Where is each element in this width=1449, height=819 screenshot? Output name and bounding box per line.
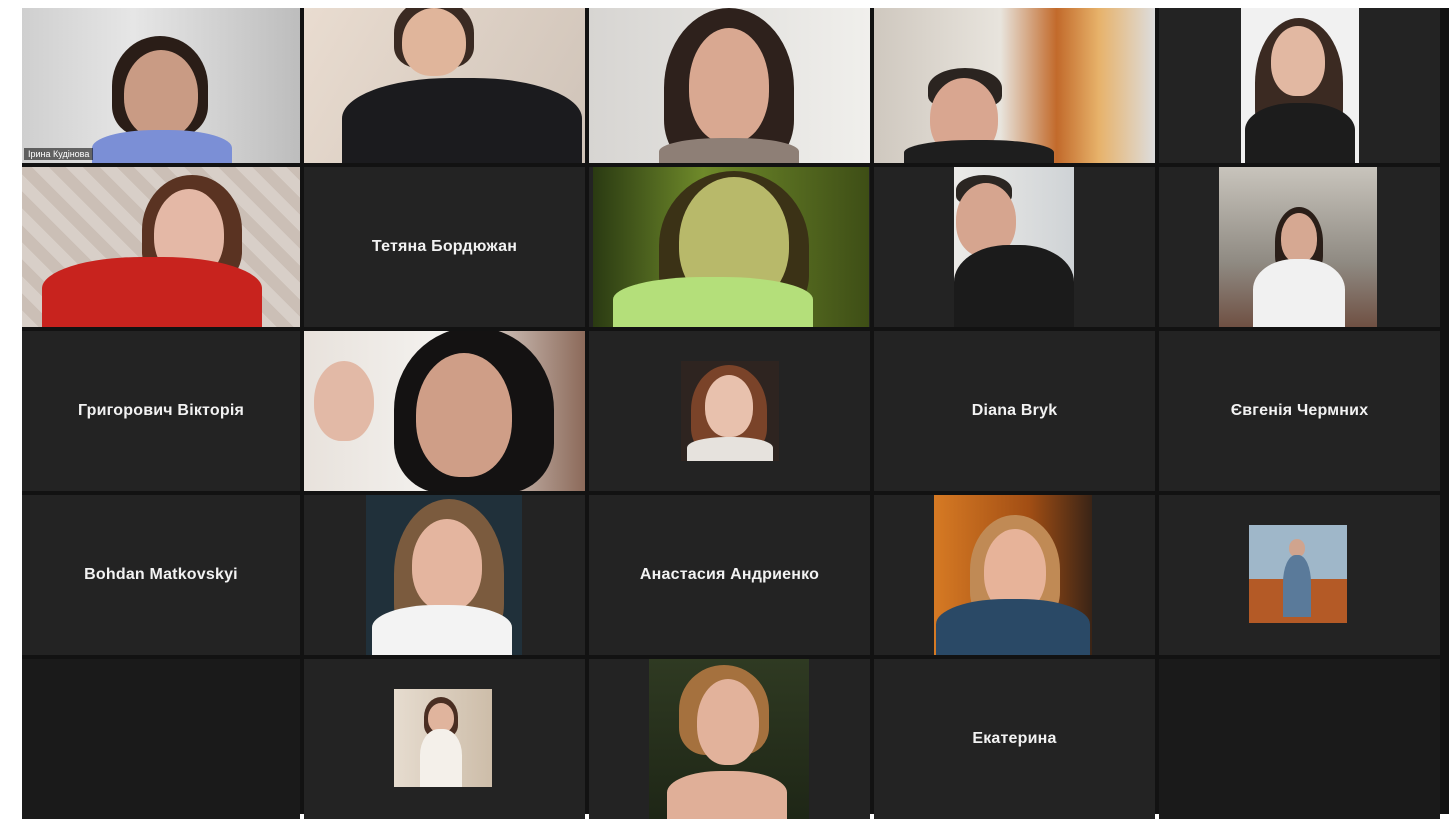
participant-tile-12[interactable]	[304, 331, 585, 491]
participant-video	[954, 167, 1074, 327]
participant-tile-18[interactable]: Анастасия Андриенко	[589, 495, 870, 655]
participant-video	[304, 8, 585, 163]
participant-tile-6[interactable]	[22, 167, 300, 327]
participant-video	[22, 167, 300, 327]
participant-video	[366, 495, 522, 655]
participant-video	[589, 8, 870, 163]
participant-tile-17[interactable]	[304, 495, 585, 655]
participant-tile-14[interactable]: Diana Bryk	[874, 331, 1155, 491]
meeting-stage: Ірина Кудінова Тетяна Бордюжан Григорови…	[22, 8, 1449, 819]
participant-video	[649, 659, 809, 819]
participant-tile-10[interactable]	[1159, 167, 1440, 327]
participant-tile-11[interactable]: Григорович Вікторія	[22, 331, 300, 491]
participant-name: Григорович Вікторія	[77, 402, 244, 419]
participant-video	[1219, 167, 1377, 327]
participant-video	[22, 8, 300, 163]
participant-name: Bohdan Matkovskyi	[84, 566, 238, 583]
participant-tile-21[interactable]	[304, 659, 585, 819]
participant-gallery: Ірина Кудінова Тетяна Бордюжан Григорови…	[22, 8, 1443, 819]
participant-video	[593, 167, 869, 327]
participant-tile-2[interactable]	[304, 8, 585, 163]
participant-tile-8[interactable]	[589, 167, 870, 327]
participant-video	[934, 495, 1092, 655]
participant-tile-3[interactable]	[589, 8, 870, 163]
participant-tile-19[interactable]	[874, 495, 1155, 655]
participant-tile-1[interactable]: Ірина Кудінова	[22, 8, 300, 163]
participant-tile-4[interactable]	[874, 8, 1155, 163]
participant-tile-15[interactable]: Євгенія Чермних	[1159, 331, 1440, 491]
participant-video	[304, 331, 585, 491]
participant-video	[1241, 8, 1359, 163]
participant-avatar-photo	[681, 361, 779, 461]
participant-avatar-photo	[1249, 525, 1347, 623]
participant-name: Екатерина	[972, 730, 1057, 747]
participant-tile-23[interactable]: Екатерина	[874, 659, 1155, 819]
empty-tile	[22, 659, 300, 819]
participant-name-label: Ірина Кудінова	[24, 148, 94, 160]
participant-tile-9[interactable]	[874, 167, 1155, 327]
participant-avatar-photo	[394, 689, 492, 787]
participant-tile-13[interactable]	[589, 331, 870, 491]
participant-tile-5[interactable]	[1159, 8, 1440, 163]
participant-tile-7[interactable]: Тетяна Бордюжан	[304, 167, 585, 327]
participant-tile-22[interactable]	[589, 659, 870, 819]
participant-name: Тетяна Бордюжан	[371, 238, 518, 255]
participant-tile-16[interactable]: Bohdan Matkovskyi	[22, 495, 300, 655]
participant-name: Євгенія Чермних	[1230, 402, 1369, 419]
empty-tile	[1159, 659, 1440, 819]
participant-video	[874, 8, 1155, 163]
participant-name: Diana Bryk	[971, 402, 1058, 419]
participant-tile-20[interactable]	[1159, 495, 1440, 655]
participant-name: Анастасия Андриенко	[639, 566, 820, 583]
